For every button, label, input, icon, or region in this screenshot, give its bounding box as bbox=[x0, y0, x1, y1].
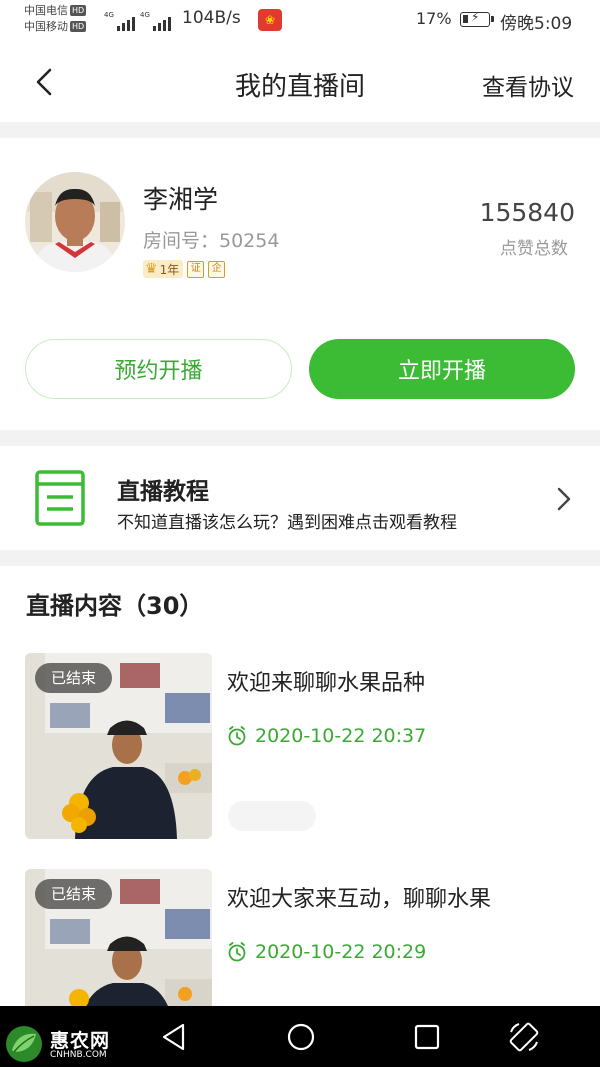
tutorial-title: 直播教程 bbox=[117, 479, 209, 505]
user-badges: ♛ 1年 证 企 bbox=[143, 260, 226, 278]
carrier-1: 中国电信 bbox=[24, 4, 68, 17]
member-badge: ♛ 1年 bbox=[143, 260, 184, 278]
status-bar: 中国电信 HD 中国移动 HD 4G 4G 104B/s ❀ 17% ⚡ 傍晚5:0… bbox=[0, 0, 600, 42]
ended-badge: 已结束 bbox=[35, 879, 113, 909]
carrier-2: 中国移动 bbox=[24, 20, 68, 33]
video-thumbnail[interactable]: 已结束 bbox=[25, 869, 212, 1006]
battery-percent: 17% bbox=[416, 9, 452, 28]
carrier-info: 中国电信 HD 中国移动 HD bbox=[24, 3, 87, 35]
list-item[interactable]: 已结束 欢迎来聊聊水果品种 2020-10-22 20:37 bbox=[0, 653, 600, 853]
watermark-domain: CNHNB.COM bbox=[50, 1050, 107, 1060]
top-nav-bar: 我的直播间 查看协议 bbox=[0, 42, 600, 122]
item-title: 欢迎大家来互动，聊聊水果 bbox=[227, 887, 492, 912]
document-icon bbox=[35, 470, 85, 526]
item-time: 2020-10-22 20:37 bbox=[227, 725, 426, 747]
item-title: 欢迎来聊聊水果品种 bbox=[227, 671, 426, 696]
crown-icon: ♛ bbox=[145, 261, 158, 277]
back-triangle-icon[interactable] bbox=[157, 1020, 191, 1054]
hd-badge: HD bbox=[70, 21, 87, 32]
alarm-clock-icon bbox=[228, 726, 246, 746]
likes-label: 点赞总数 bbox=[500, 239, 568, 259]
rotate-screen-icon[interactable] bbox=[507, 1020, 541, 1054]
leaf-logo-icon bbox=[6, 1026, 42, 1062]
likes-count: 155840 bbox=[479, 198, 575, 227]
ended-badge: 已结束 bbox=[35, 663, 113, 693]
home-circle-icon[interactable] bbox=[284, 1020, 318, 1054]
clock: 傍晚5:09 bbox=[500, 14, 573, 34]
tutorial-banner[interactable]: 直播教程 不知道直播该怎么玩？遇到困难点击观看教程 bbox=[0, 446, 600, 550]
signal-icon: 4G bbox=[104, 11, 135, 31]
section-title: 直播内容（30） bbox=[26, 592, 204, 620]
live-content-section: 直播内容（30） 已结束 欢迎来聊聊水果品种 2020-10-22 20:37 … bbox=[0, 566, 600, 1006]
signal-icon: 4G bbox=[140, 11, 171, 31]
recent-apps-icon[interactable] bbox=[410, 1020, 444, 1054]
item-time: 2020-10-22 20:29 bbox=[227, 941, 426, 963]
list-item[interactable]: 已结束 欢迎大家来互动，聊聊水果 2020-10-22 20:29 bbox=[0, 869, 600, 1006]
blurred-placeholder bbox=[228, 801, 316, 831]
schedule-live-button[interactable]: 预约开播 bbox=[25, 339, 292, 399]
net-speed: 104B/s bbox=[182, 8, 241, 28]
app-notification-icon: ❀ bbox=[258, 9, 282, 31]
video-thumbnail[interactable]: 已结束 bbox=[25, 653, 212, 839]
hd-badge: HD bbox=[70, 5, 87, 16]
avatar[interactable] bbox=[25, 172, 125, 272]
view-agreement-link[interactable]: 查看协议 bbox=[482, 68, 574, 102]
watermark-text: 惠农网 bbox=[50, 1030, 111, 1052]
user-name: 李湘学 bbox=[143, 185, 219, 214]
enterprise-icon: 企 bbox=[208, 260, 226, 278]
certified-icon: 证 bbox=[187, 260, 205, 278]
tutorial-subtitle: 不知道直播该怎么玩？遇到困难点击观看教程 bbox=[117, 513, 457, 533]
start-live-button[interactable]: 立即开播 bbox=[309, 339, 575, 399]
room-number: 房间号：50254 bbox=[143, 230, 280, 252]
battery-icon: ⚡ bbox=[460, 10, 494, 27]
watermark: 惠农网 CNHNB.COM bbox=[0, 1022, 130, 1067]
profile-card: 李湘学 房间号：50254 ♛ 1年 证 企 155840 点赞总数 预约开播 立… bbox=[0, 138, 600, 430]
chevron-right-icon bbox=[557, 487, 571, 511]
alarm-clock-icon bbox=[228, 942, 246, 962]
